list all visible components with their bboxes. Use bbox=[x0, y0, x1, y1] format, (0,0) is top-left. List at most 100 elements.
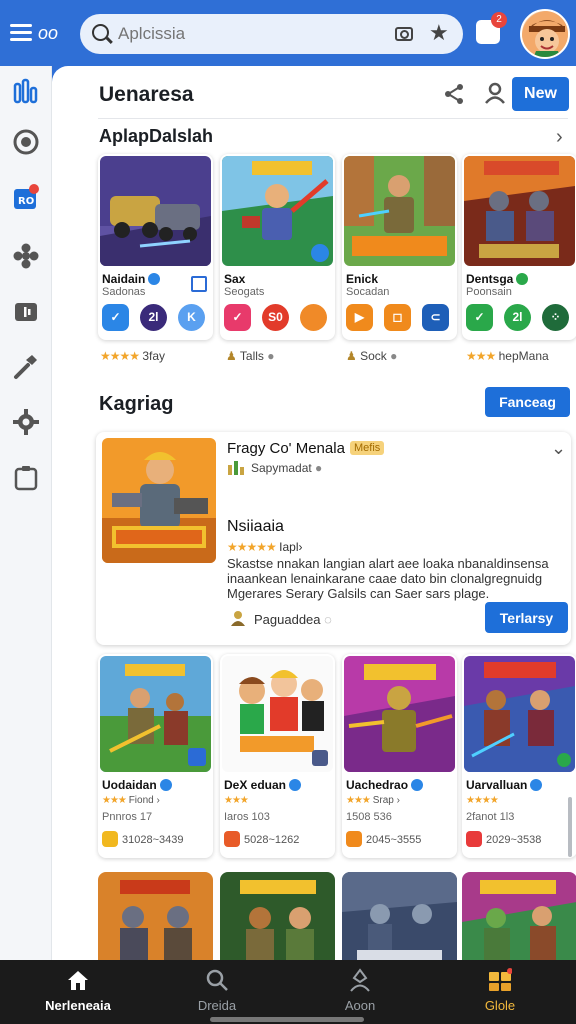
game-card[interactable] bbox=[220, 872, 335, 960]
tab-profile[interactable]: Aoon bbox=[288, 960, 432, 1024]
card-title: Dentsga bbox=[466, 272, 529, 286]
home-icon bbox=[68, 971, 88, 990]
game-card[interactable] bbox=[98, 872, 213, 960]
search-input[interactable] bbox=[118, 20, 388, 48]
card-title: Naidain bbox=[102, 272, 161, 286]
new-button[interactable]: New bbox=[512, 77, 569, 111]
notification-icon[interactable]: 2 bbox=[476, 12, 507, 44]
game-card[interactable]: Dentsga Poonsain ✓ 2l ⁘ bbox=[462, 154, 576, 340]
game-thumbnail-image bbox=[464, 156, 575, 266]
share-icon[interactable] bbox=[442, 82, 466, 106]
card-subtitle: Socadan bbox=[346, 286, 390, 298]
tab-label: Aoon bbox=[344, 998, 376, 1013]
game-icon bbox=[466, 831, 482, 847]
star-rating: ★★★ bbox=[466, 349, 496, 363]
settings-flower-icon[interactable] bbox=[12, 242, 40, 270]
tab-search[interactable]: Dreida bbox=[145, 960, 289, 1024]
publisher-text: ♟ Sock ● bbox=[346, 349, 398, 363]
star-icon[interactable]: ★ bbox=[429, 20, 449, 46]
clipboard-icon[interactable] bbox=[12, 464, 40, 492]
publisher-text: ♟ Talls ● bbox=[226, 349, 275, 363]
scrollbar[interactable] bbox=[568, 797, 572, 857]
home-indicator[interactable] bbox=[210, 1017, 364, 1022]
top-app-bar: oo ★ 2 bbox=[0, 0, 576, 66]
game-card[interactable]: Enick Socadan ▶ ◻ ⊂ bbox=[342, 154, 457, 340]
star-rating: ★★★ bbox=[224, 795, 249, 806]
section-title: Kagriag bbox=[99, 393, 174, 415]
game-thumbnail-image bbox=[98, 872, 213, 960]
featured-footer: Paguaddea ◌ bbox=[254, 612, 332, 627]
menu-icon[interactable] bbox=[10, 24, 32, 42]
main-content: Uenaresa New AplapDalslah › Naidain Sado… bbox=[52, 66, 576, 960]
featured-badge: Mefis bbox=[350, 441, 385, 455]
featured-name: Nsiiaaia bbox=[227, 518, 284, 535]
game-card[interactable]: DeX eduan ★★★ Iaros 103 5028~1262 bbox=[220, 654, 335, 858]
publisher-icon bbox=[231, 611, 245, 626]
app-icon-row: ✓ 2l K bbox=[102, 304, 210, 332]
tab-home[interactable]: Nerleneaia bbox=[6, 960, 150, 1024]
app-icon[interactable]: ◻ bbox=[384, 304, 411, 331]
card-rating: ★★★ Fiond › bbox=[102, 795, 160, 806]
sidebar: RO bbox=[0, 66, 52, 960]
card-code: 2fanot 1l3 bbox=[466, 811, 515, 823]
app-icon[interactable] bbox=[300, 304, 327, 331]
card-rating: ★★★★ bbox=[466, 795, 499, 806]
featured-rating: ★★★★★ Iapl› bbox=[227, 540, 303, 554]
card-code: Pnnros 17 bbox=[102, 811, 153, 823]
game-card[interactable]: Naidain Sadonas ✓ 2l K bbox=[98, 154, 213, 340]
verified-icon bbox=[159, 779, 172, 791]
featured-action-button[interactable]: Terlarsy bbox=[485, 602, 568, 633]
chevron-right-icon[interactable]: › bbox=[556, 126, 563, 149]
app-icon[interactable]: ✓ bbox=[102, 304, 129, 331]
game-card[interactable]: Uodaidan ★★★ Fiond › Pnnros 17 31028~343… bbox=[98, 654, 213, 858]
card-code: 1508 536 bbox=[346, 811, 392, 823]
featured-game-card[interactable]: Fragy Co' Menala Mefis ⌄ Sapymadat ● Nsi… bbox=[96, 432, 571, 645]
card-title: Enick bbox=[346, 272, 379, 286]
search-icon bbox=[206, 969, 228, 991]
avatar[interactable] bbox=[520, 9, 570, 59]
verified-icon bbox=[289, 779, 302, 791]
app-icon[interactable]: 2l bbox=[140, 304, 167, 331]
app-icon[interactable]: S0 bbox=[262, 304, 289, 331]
rating-text: ★★★ hepMana bbox=[466, 349, 549, 363]
game-card[interactable] bbox=[342, 872, 457, 960]
card-title: Uodaidan bbox=[102, 778, 172, 792]
game-card[interactable]: Sax Seogats ✓ S0 bbox=[220, 154, 335, 340]
game-card[interactable]: Uarvalluan ★★★★ 2fanot 1l3 2029~3538 bbox=[462, 654, 576, 858]
tab-label: Nerleneaia bbox=[45, 998, 111, 1013]
app-icon[interactable]: ✓ bbox=[224, 304, 251, 331]
clock-icon[interactable] bbox=[12, 128, 40, 156]
analytics-icon[interactable] bbox=[12, 78, 40, 106]
verified-icon bbox=[516, 273, 529, 285]
app-icon[interactable]: K bbox=[178, 304, 205, 331]
camera-icon[interactable] bbox=[395, 27, 413, 41]
chevron-down-icon[interactable]: ⌄ bbox=[551, 438, 566, 459]
tools-icon[interactable] bbox=[12, 352, 40, 380]
card-rating: ★★★ bbox=[224, 795, 249, 806]
app-icon[interactable]: ⁘ bbox=[542, 304, 569, 331]
search-bar[interactable]: ★ bbox=[80, 14, 463, 54]
game-card[interactable]: Uachedrao ★★★ Srap › 1508 536 2045~3555 bbox=[342, 654, 457, 858]
game-thumbnail-image bbox=[100, 156, 211, 266]
game-thumbnail-image bbox=[344, 656, 455, 772]
app-icon-row: ✓ S0 bbox=[224, 304, 332, 332]
app-icon[interactable]: 2l bbox=[504, 304, 531, 331]
section-title: AplapDalslah bbox=[99, 126, 214, 146]
app-icon[interactable]: ⊂ bbox=[422, 304, 449, 331]
card-code: Iaros 103 bbox=[224, 811, 270, 823]
card-range: 2045~3555 bbox=[366, 834, 422, 846]
game-card[interactable] bbox=[462, 872, 576, 960]
card-subtitle: Poonsain bbox=[466, 286, 512, 298]
avatar-face-icon bbox=[522, 11, 568, 57]
user-icon[interactable] bbox=[484, 82, 506, 104]
app-icon[interactable]: ✓ bbox=[466, 304, 493, 331]
card-title: Uachedrao bbox=[346, 778, 424, 792]
apps-badge-icon[interactable]: RO bbox=[12, 184, 40, 212]
app-icon[interactable]: ▶ bbox=[346, 304, 373, 331]
tab-grid[interactable]: Glole bbox=[428, 960, 572, 1024]
app-icon-row: ✓ 2l ⁘ bbox=[466, 304, 574, 332]
gear-icon[interactable] bbox=[12, 408, 40, 436]
media-icon[interactable] bbox=[12, 298, 40, 326]
card-range: 5028~1262 bbox=[244, 834, 300, 846]
forecast-button[interactable]: Fanceag bbox=[485, 387, 570, 417]
